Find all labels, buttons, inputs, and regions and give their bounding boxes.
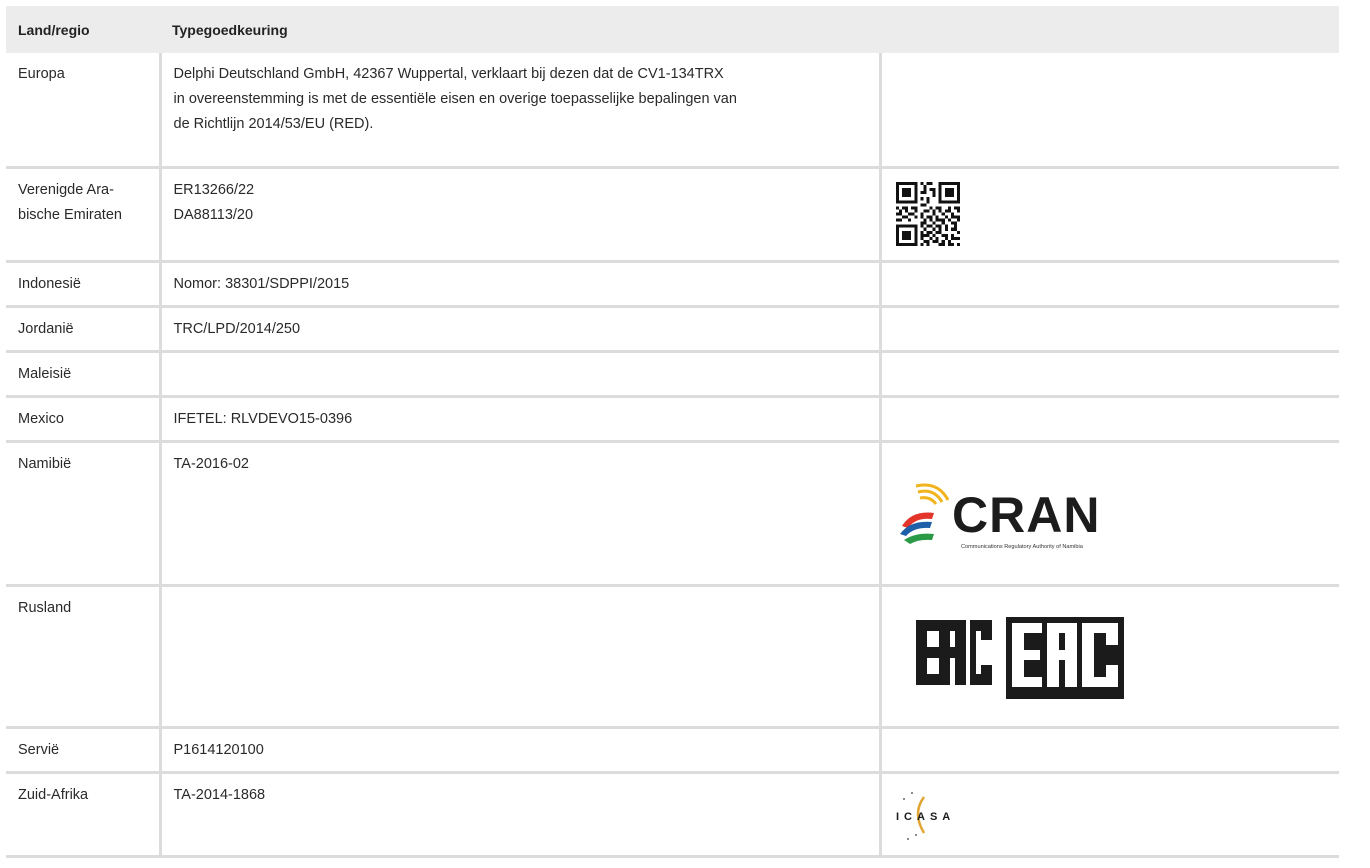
mark-cell: CRAN Communications Regulatory Authority…: [878, 441, 1339, 587]
approval-cell: Nomor: 38301/SDPPI/2015: [158, 261, 880, 308]
approval-cell: P1614120100: [158, 727, 880, 774]
icasa-logo-text: ICASA: [896, 811, 955, 823]
mark-cell: [878, 306, 1339, 353]
approval-cell: [158, 585, 880, 729]
table-header-row: Land/regio Typegoedkeuring: [6, 6, 1339, 53]
mark-cell: [878, 351, 1339, 398]
region-cell: Verenigde Ara- bische Emiraten: [6, 167, 160, 263]
table-row: Servië P1614120100: [6, 727, 1339, 774]
mark-cell: [878, 53, 1339, 169]
qr-code-icon: [895, 181, 960, 246]
region-cell: Jordanië: [6, 306, 160, 353]
table-row: Zuid-Afrika TA-2014-1868 ICASA: [6, 772, 1339, 858]
header-region: Land/regio: [6, 6, 160, 53]
eac-mark-icon: [915, 616, 1124, 699]
region-cell: Mexico: [6, 396, 160, 443]
approval-cell: Delphi Deutschland GmbH, 42367 Wuppertal…: [158, 53, 880, 169]
cran-logo-text: CRAN: [952, 487, 1100, 543]
cran-logo-subtitle: Communications Regulatory Authority of N…: [961, 544, 1084, 550]
cran-signal-icon: [899, 483, 949, 544]
approval-cell: IFETEL: RLVDEVO15-0396: [158, 396, 880, 443]
mark-cell: [878, 261, 1339, 308]
mark-cell: [878, 396, 1339, 443]
table-row: Maleisië: [6, 351, 1339, 398]
table-row: Europa Delphi Deutschland GmbH, 42367 Wu…: [6, 53, 1339, 169]
mark-cell: ICASA: [878, 772, 1339, 858]
region-cell: Zuid-Afrika: [6, 772, 160, 858]
icasa-logo-icon: ICASA: [896, 791, 955, 840]
region-cell: Maleisië: [6, 351, 160, 398]
type-approval-table: Land/regio Typegoedkeuring Europa Delphi…: [6, 6, 1339, 858]
table-row: Mexico IFETEL: RLVDEVO15-0396: [6, 396, 1339, 443]
table-row: Rusland: [6, 585, 1339, 729]
region-cell: Namibië: [6, 441, 160, 587]
table-row: Namibië TA-2016-02 CRAN Communications R…: [6, 441, 1339, 587]
table-row: Indonesië Nomor: 38301/SDPPI/2015: [6, 261, 1339, 308]
approval-cell: [158, 351, 880, 398]
approval-table-page: Land/regio Typegoedkeuring Europa Delphi…: [0, 0, 1370, 868]
header-mark: [880, 6, 1339, 53]
header-type-approval: Typegoedkeuring: [160, 6, 880, 53]
cran-logo-icon: CRAN Communications Regulatory Authority…: [899, 483, 1100, 550]
region-cell: Europa: [6, 53, 160, 169]
approval-cell: TA-2016-02: [158, 441, 880, 587]
mark-cell: [878, 727, 1339, 774]
approval-cell: TRC/LPD/2014/250: [158, 306, 880, 353]
table-row: Jordanië TRC/LPD/2014/250: [6, 306, 1339, 353]
mark-cell: [878, 167, 1339, 263]
region-cell: Servië: [6, 727, 160, 774]
mark-cell: [878, 585, 1339, 729]
table-row: Verenigde Ara- bische Emiraten ER13266/2…: [6, 167, 1339, 263]
eac-outline-mark: [915, 619, 992, 685]
region-cell: Rusland: [6, 585, 160, 729]
region-cell: Indonesië: [6, 261, 160, 308]
approval-cell: ER13266/22 DA88113/20: [158, 167, 880, 263]
approval-cell: TA-2014-1868: [158, 772, 880, 858]
